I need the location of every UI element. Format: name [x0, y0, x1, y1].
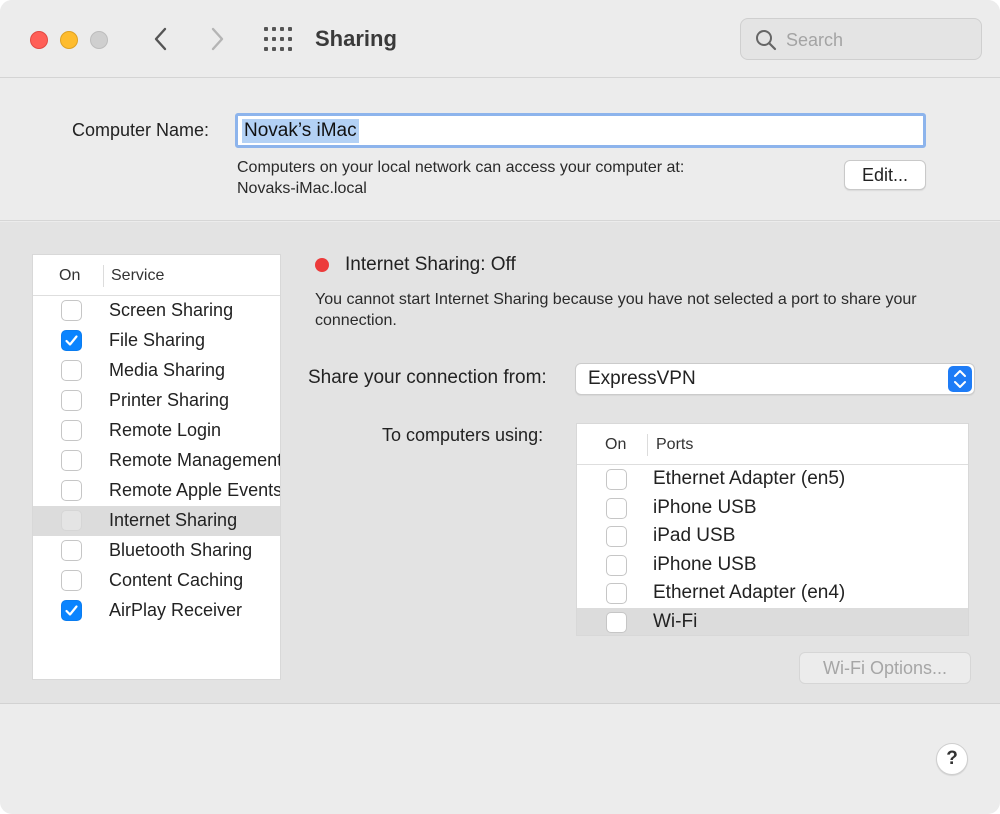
show-all-grid-icon[interactable] [264, 27, 292, 51]
service-row-label: Remote Management [109, 450, 281, 470]
checkbox[interactable] [61, 420, 82, 441]
port-row[interactable]: iPad USB [577, 522, 968, 551]
computer-name-section: Computer Name: Novak’s iMac Computers on… [0, 79, 1000, 221]
port-row-label: iPhone USB [653, 496, 757, 518]
computer-name-input[interactable]: Novak’s iMac [235, 113, 926, 148]
close-window-button[interactable] [30, 31, 48, 49]
zoom-window-button[interactable] [90, 31, 108, 49]
service-row-label: Remote Apple Events [109, 480, 281, 500]
port-row[interactable]: Ethernet Adapter (en4) [577, 579, 968, 608]
title-bar: Sharing [0, 0, 1000, 78]
search-icon [755, 29, 777, 51]
service-row-label: Content Caching [109, 570, 244, 590]
checkbox[interactable] [606, 554, 627, 576]
checkbox[interactable] [61, 570, 82, 591]
service-row-label: Internet Sharing [109, 510, 238, 530]
checkbox[interactable] [606, 497, 627, 519]
share-from-popup[interactable]: ExpressVPN [575, 363, 975, 395]
search-input[interactable] [786, 27, 971, 53]
service-row-label: File Sharing [109, 330, 206, 350]
up-down-chevron-icon [948, 366, 972, 392]
service-row[interactable]: Printer Sharing [33, 386, 280, 416]
service-row[interactable]: Bluetooth Sharing [33, 536, 280, 566]
checkbox[interactable] [606, 583, 627, 604]
local-hostname: Novaks-iMac.local [237, 180, 367, 197]
port-row-label: iPad USB [653, 525, 736, 546]
services-list: Screen Sharing File Sharing Media Sharing P… [33, 296, 280, 626]
service-row[interactable]: Screen Sharing [33, 296, 280, 326]
service-row-label: Screen Sharing [109, 300, 234, 320]
service-row[interactable]: Internet Sharing [33, 506, 280, 536]
computer-name-label: Computer Name: [72, 120, 210, 140]
port-row[interactable]: Ethernet Adapter (en5) [577, 465, 968, 494]
port-row-label: Ethernet Adapter (en4) [653, 582, 846, 603]
column-header-ports[interactable]: Ports [656, 436, 693, 454]
sharing-window: Sharing Computer Name: Novak’s iMac Comp… [0, 0, 1000, 814]
port-row-label: iPhone USB [653, 553, 757, 575]
checkbox[interactable] [606, 611, 627, 633]
column-header-on[interactable]: On [605, 436, 626, 454]
service-row[interactable]: AirPlay Receiver [33, 596, 280, 626]
checkbox[interactable] [61, 480, 82, 501]
port-row-label: Ethernet Adapter (en5) [653, 468, 846, 489]
service-row-label: Remote Login [109, 420, 222, 440]
service-row-label: Printer Sharing [109, 390, 230, 410]
sharing-panel: On Service Screen Sharing File Sharing Med… [0, 222, 1000, 704]
column-header-on[interactable]: On [59, 267, 80, 285]
service-row[interactable]: Remote Management [33, 446, 280, 476]
to-computers-label: To computers using: [382, 425, 544, 445]
share-from-label: Share your connection from: [308, 367, 547, 388]
ports-table: On Ports Ethernet Adapter (en5) iPhone US… [576, 423, 969, 636]
column-divider [647, 434, 648, 456]
services-table-header: On Service [33, 255, 280, 296]
wifi-options-button[interactable]: Wi-Fi Options... [799, 652, 971, 684]
service-row-label: AirPlay Receiver [109, 600, 243, 620]
network-access-text: Computers on your local network can acce… [237, 159, 685, 176]
edit-button[interactable]: Edit... [844, 160, 926, 190]
status-indicator-icon [315, 258, 329, 272]
service-row[interactable]: Media Sharing [33, 356, 280, 386]
search-field[interactable] [740, 18, 982, 60]
checkbox[interactable] [61, 600, 82, 621]
checkbox[interactable] [606, 526, 627, 547]
port-row[interactable]: Wi-Fi [577, 607, 968, 635]
service-row[interactable]: Remote Apple Events [33, 476, 280, 506]
ports-list: Ethernet Adapter (en5) iPhone USB iPad USB… [577, 465, 968, 635]
service-row[interactable]: Remote Login [33, 416, 280, 446]
port-row[interactable]: iPhone USB [577, 494, 968, 523]
service-row[interactable]: Content Caching [33, 566, 280, 596]
checkbox[interactable] [61, 330, 82, 351]
checkbox[interactable] [606, 469, 627, 490]
back-icon[interactable] [150, 26, 172, 52]
column-header-service[interactable]: Service [111, 267, 164, 285]
checkbox[interactable] [61, 540, 82, 561]
computer-name-description: Computers on your local network can acce… [237, 157, 684, 199]
share-from-value: ExpressVPN [588, 368, 696, 389]
ports-table-header: On Ports [577, 424, 968, 465]
window-title: Sharing [315, 26, 397, 51]
port-row-label: Wi-Fi [653, 610, 698, 632]
status-description: You cannot start Internet Sharing becaus… [315, 291, 917, 329]
minimize-window-button[interactable] [60, 31, 78, 49]
column-divider [103, 265, 104, 287]
service-row-label: Bluetooth Sharing [109, 540, 253, 560]
port-row[interactable]: iPhone USB [577, 551, 968, 580]
service-row[interactable]: File Sharing [33, 326, 280, 356]
checkbox[interactable] [61, 360, 82, 381]
checkbox[interactable] [61, 450, 82, 471]
forward-icon[interactable] [206, 26, 228, 52]
checkbox[interactable] [61, 390, 82, 411]
computer-name-value: Novak’s iMac [242, 119, 359, 143]
service-row-label: Media Sharing [109, 360, 226, 380]
services-table: On Service Screen Sharing File Sharing Med… [32, 254, 281, 680]
status-title: Internet Sharing: Off [345, 254, 516, 275]
checkbox[interactable] [61, 300, 82, 321]
checkbox[interactable] [61, 510, 82, 531]
help-button[interactable]: ? [936, 743, 968, 775]
